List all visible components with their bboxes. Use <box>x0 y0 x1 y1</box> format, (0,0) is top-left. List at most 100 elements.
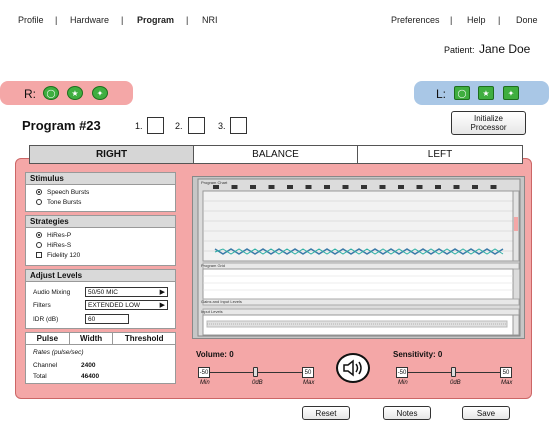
speaker-icon <box>343 359 362 377</box>
tab-width[interactable]: Width <box>69 333 114 344</box>
dropdown-arrow-icon: ▶ <box>159 302 165 309</box>
volume-min-label: Min <box>200 380 210 386</box>
program-title: Program #23 <box>22 118 101 133</box>
nav-profile[interactable]: Profile <box>18 15 44 25</box>
tab-balance[interactable]: BALANCE <box>193 145 358 164</box>
processor-icon[interactable]: ◯ <box>454 86 470 100</box>
speaker-button[interactable] <box>336 353 370 383</box>
right-bar-label: R: <box>24 87 36 101</box>
idr-label: IDR (dB) <box>33 316 59 323</box>
adjust-levels-heading: Adjust Levels <box>26 270 175 282</box>
right-processor-bar: R: ◯ ★ ✦ <box>0 81 133 105</box>
volume-min-box: -50 <box>198 367 210 378</box>
channel-label: Channel <box>33 362 58 369</box>
input-levels-label: Input Levels <box>201 309 223 314</box>
nav-separator: | <box>55 15 58 25</box>
audio-mixing-label: Audio Mixing <box>33 289 71 296</box>
electrode-marker[interactable] <box>250 185 256 189</box>
sensitivity-mid-label: 0dB <box>450 380 461 386</box>
tab-threshold[interactable]: Threshold <box>113 333 175 344</box>
radio-selected[interactable] <box>36 189 42 195</box>
program-chart-panel[interactable]: Program Chart Program Grid Gains and Inp… <box>192 176 525 339</box>
sensitivity-min-label: Min <box>398 380 408 386</box>
star-icon[interactable]: ★ <box>67 86 83 100</box>
total-label: Total <box>33 373 47 380</box>
nav-done[interactable]: Done <box>516 15 538 25</box>
electrode-marker[interactable] <box>342 185 349 189</box>
slot-2-checkbox[interactable] <box>188 117 205 134</box>
slot-3-label: 3. <box>218 121 226 131</box>
fidelity-label: Fidelity 120 <box>47 251 81 259</box>
tab-right[interactable]: RIGHT <box>29 145 194 164</box>
nav-preferences[interactable]: Preferences <box>391 15 440 25</box>
processor-icon[interactable]: ◯ <box>43 86 59 100</box>
program-chart-graphic <box>197 178 521 337</box>
sensitivity-slider-handle[interactable] <box>451 367 456 377</box>
electrode-marker[interactable] <box>287 185 293 189</box>
save-button[interactable]: Save <box>462 406 510 420</box>
left-processor-bar: L: ◯ ★ ✦ <box>414 81 549 105</box>
nav-hardware[interactable]: Hardware <box>70 15 109 25</box>
total-value: 46400 <box>81 373 100 380</box>
strategies-heading: Strategies <box>26 216 175 228</box>
electrode-marker[interactable] <box>416 185 423 189</box>
electrode-marker[interactable] <box>435 185 441 189</box>
strategy-option-label: HiRes-P <box>47 231 72 239</box>
strategy-option[interactable]: HiRes-S <box>36 240 175 250</box>
strategy-option[interactable]: HiRes-P <box>36 230 175 240</box>
electrode-marker[interactable] <box>398 185 404 189</box>
electrode-marker[interactable] <box>361 185 367 189</box>
nav-program[interactable]: Program <box>137 15 174 25</box>
star-icon[interactable]: ★ <box>478 86 494 100</box>
electrode-marker[interactable] <box>305 185 312 189</box>
strategy-option-label: HiRes-S <box>47 241 72 249</box>
electrode-marker[interactable] <box>231 185 238 189</box>
electrode-marker[interactable] <box>268 185 275 189</box>
initialize-processor-button[interactable]: Initialize Processor <box>451 111 526 135</box>
tab-pulse[interactable]: Pulse <box>26 333 70 344</box>
electrode-marker[interactable] <box>472 185 478 189</box>
stimulus-heading: Stimulus <box>26 173 175 185</box>
idr-input[interactable]: 60 <box>85 314 129 324</box>
sensitivity-max-label: Max <box>501 380 513 386</box>
reset-button[interactable]: Reset <box>302 406 350 420</box>
notes-button[interactable]: Notes <box>383 406 431 420</box>
stimulus-option-label: Speech Bursts <box>47 188 90 196</box>
stimulus-box: Stimulus Speech Bursts Tone Bursts <box>25 172 176 212</box>
fidelity-checkbox[interactable] <box>36 252 42 258</box>
slot-3-checkbox[interactable] <box>230 117 247 134</box>
electrode-marker[interactable] <box>453 185 460 189</box>
nav-help[interactable]: Help <box>467 15 486 25</box>
electrode-marker[interactable] <box>379 185 386 189</box>
volume-max-box: 50 <box>302 367 314 378</box>
radio-selected[interactable] <box>36 232 42 238</box>
fidelity-checkbox-row[interactable]: Fidelity 120 <box>36 250 175 260</box>
channel-value: 2400 <box>81 362 96 369</box>
stimulus-option[interactable]: Tone Bursts <box>36 197 175 207</box>
nav-separator: | <box>498 15 501 25</box>
electrode-marker[interactable] <box>324 185 330 189</box>
stimulus-option[interactable]: Speech Bursts <box>36 187 175 197</box>
filters-select[interactable]: EXTENDED LOW ▶ <box>85 300 168 310</box>
slot-1-checkbox[interactable] <box>147 117 164 134</box>
remote-icon[interactable]: ✦ <box>503 86 519 100</box>
volume-mid-label: 0dB <box>252 380 263 386</box>
radio-unselected[interactable] <box>36 242 42 248</box>
electrode-marker[interactable] <box>213 185 219 189</box>
volume-slider-handle[interactable] <box>253 367 258 377</box>
remote-icon[interactable]: ✦ <box>92 86 108 100</box>
sensitivity-label: Sensitivity: 0 <box>393 350 443 359</box>
nav-nri[interactable]: NRI <box>202 15 218 25</box>
radio-unselected[interactable] <box>36 199 42 205</box>
stimulus-option-label: Tone Bursts <box>47 198 82 206</box>
pulse-box: Pulse Width Threshold Rates (pulse/sec) … <box>25 332 176 384</box>
dropdown-arrow-icon: ▶ <box>159 289 165 296</box>
volume-max-label: Max <box>303 380 315 386</box>
tab-left[interactable]: LEFT <box>357 145 523 164</box>
sensitivity-min-box: -50 <box>396 367 408 378</box>
nav-separator: | <box>450 15 453 25</box>
program-chart-label: Program Chart <box>201 180 228 185</box>
electrode-marker[interactable] <box>490 185 497 189</box>
audio-mixing-value: 50/50 MIC <box>88 288 118 296</box>
audio-mixing-select[interactable]: 50/50 MIC ▶ <box>85 287 168 297</box>
